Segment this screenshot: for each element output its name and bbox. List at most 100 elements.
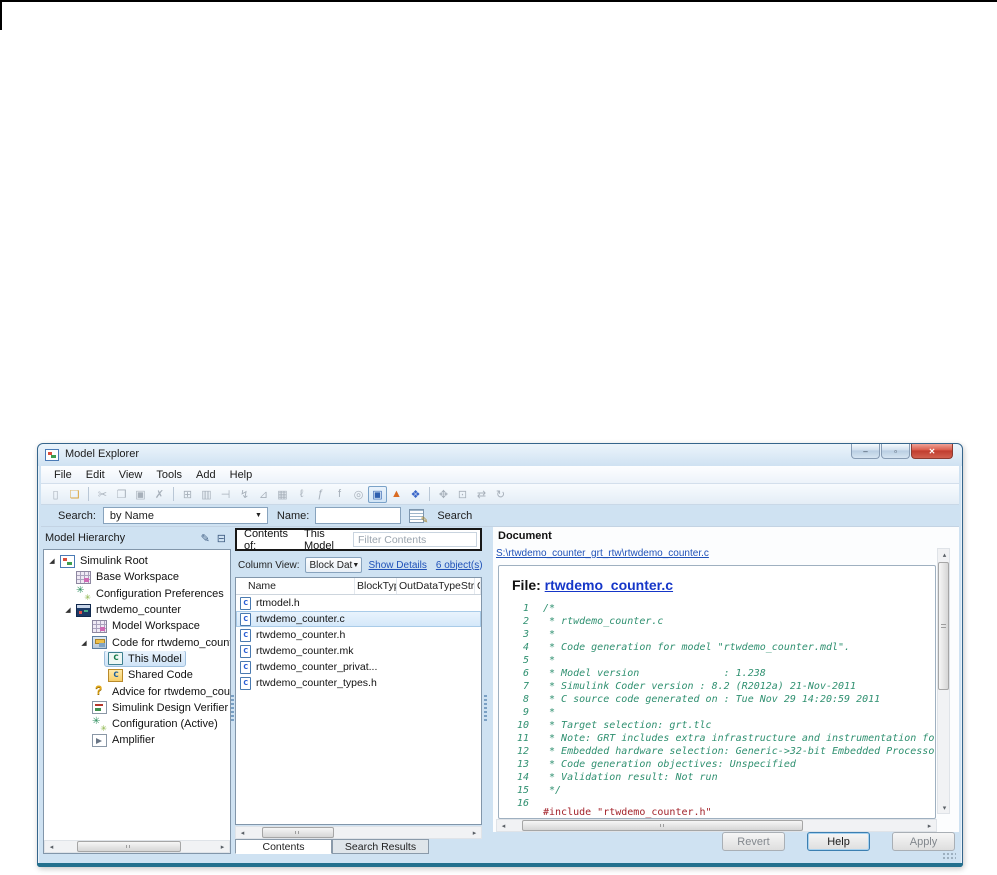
search-by-combobox[interactable]: by Name ▼ [102,507,268,524]
tree-item-advice-for-rtwdemo-count[interactable]: Advice for rtwdemo_count [44,683,230,699]
minimize-button[interactable]: – [851,444,880,459]
expander-icon[interactable]: ◢ [63,606,73,614]
refresh-icon[interactable]: ↻ [491,486,510,503]
tree-item-this-model[interactable]: This Model [44,650,230,668]
tree-item-base-workspace[interactable]: Base Workspace [44,569,230,585]
compare-icon[interactable]: ⇄ [472,486,491,503]
tree-item-model-workspace[interactable]: Model Workspace [44,618,230,634]
tree-item-configuration-active[interactable]: Configuration (Active) [44,716,230,732]
edit-hierarchy-icon[interactable]: ✎ [201,532,210,545]
close-button[interactable]: ✕ [911,444,953,459]
table-row[interactable]: rtwdemo_counter_types.h [236,675,481,691]
c-file-icon [240,644,251,658]
tree-item-label: Amplifier [112,734,155,747]
column-header-blocktype[interactable]: BlockType [355,578,397,594]
contents-hscrollbar[interactable]: ◂ ▸ [235,826,482,839]
target-icon[interactable]: ◎ [349,486,368,503]
scroll-right-icon[interactable]: ▸ [468,827,481,838]
copy-icon[interactable]: ❐ [112,486,131,503]
show-details-link[interactable]: Show Details [369,560,427,571]
goto-parent-icon[interactable]: ⊣ [216,486,235,503]
scroll-thumb[interactable] [522,820,804,831]
column-header-name[interactable]: Name [236,578,355,594]
scroll-up-icon[interactable]: ▴ [938,549,951,560]
menu-view[interactable]: View [112,468,150,482]
expander-icon[interactable]: ◢ [47,557,57,565]
table-row[interactable]: rtwdemo_counter.c [236,611,481,627]
expander-icon[interactable]: ◢ [79,639,89,647]
search-label: Search: [58,509,96,522]
scroll-left-icon[interactable]: ◂ [236,827,249,838]
filter-contents-input[interactable] [353,532,477,547]
column-header-ou[interactable]: Ou [475,578,481,594]
new-model-icon[interactable]: ▯ [46,486,65,503]
tree-item-code-for-rtwdemo-counte[interactable]: ◢ Code for rtwdemo_counte [44,634,230,650]
search-options-icon[interactable] [409,508,428,526]
scroll-right-icon[interactable]: ▸ [216,841,229,852]
tree-item-simulink-design-verifier-re[interactable]: Simulink Design Verifier re [44,700,230,716]
library-link-icon[interactable]: ▥ [197,486,216,503]
document-label: Document [498,530,552,542]
paste-icon[interactable]: ▣ [131,486,150,503]
document-path-link[interactable]: S:\rtwdemo_counter_grt_rtw\rtwdemo_count… [496,548,709,559]
signal-log-icon[interactable]: ↯ [235,486,254,503]
document-hscrollbar[interactable]: ◂ ▸ [496,819,937,832]
function-icon[interactable]: ƒ [311,486,330,503]
search-button[interactable]: Search [437,510,472,522]
panel-splitter-right[interactable] [484,695,487,721]
scroll-thumb[interactable] [262,827,335,838]
tree-item-configuration-preferences[interactable]: Configuration Preferences [44,586,230,602]
scroll-thumb[interactable] [76,841,182,852]
matlab-icon[interactable]: ▲ [387,486,406,503]
menu-help[interactable]: Help [223,468,260,482]
test-point-icon[interactable]: ⊿ [254,486,273,503]
titlebar[interactable]: Model Explorer – ▫ ✕ [38,444,962,466]
table-row[interactable]: rtmodel.h [236,595,481,611]
menu-edit[interactable]: Edit [79,468,112,482]
menu-file[interactable]: File [47,468,79,482]
frame-icon[interactable]: ⊡ [453,486,472,503]
table-row[interactable]: rtwdemo_counter_privat... [236,659,481,675]
menu-add[interactable]: Add [189,468,223,482]
object-count-link[interactable]: 6 object(s) [436,560,482,571]
column-view-combobox[interactable]: Block Dat ▼ [304,557,362,573]
tree-item-rtwdemo-counter[interactable]: ◢ rtwdemo_counter [44,602,230,618]
gears-icon [92,716,107,732]
collapse-tree-icon[interactable]: ⊟ [217,532,226,545]
scroll-left-icon[interactable]: ◂ [497,820,510,831]
scroll-down-icon[interactable]: ▾ [938,802,951,813]
dialog-view-icon[interactable]: ▣ [368,485,387,503]
simulink-icon[interactable]: ❖ [406,486,425,503]
tree-item-amplifier[interactable]: Amplifier [44,732,230,748]
name-label: Name: [276,509,310,522]
file-name-link[interactable]: rtwdemo_counter.c [545,577,673,593]
cut-icon[interactable]: ✂ [93,486,112,503]
apply-button[interactable]: Apply [892,832,955,851]
function-call-icon[interactable]: f [330,486,349,503]
search-name-input[interactable] [315,507,402,524]
table-row[interactable]: rtwdemo_counter.mk [236,643,481,659]
add-object-icon[interactable]: ⊞ [178,486,197,503]
data-table-icon[interactable]: ▦ [273,486,292,503]
delete-icon[interactable]: ✗ [150,486,169,503]
table-row[interactable]: rtwdemo_counter.h [236,627,481,643]
tree-rows: ◢ Simulink Root Base Workspace Configuratio… [44,553,230,749]
menu-tools[interactable]: Tools [149,468,189,482]
tree-item-simulink-root[interactable]: ◢ Simulink Root [44,553,230,569]
open-model-icon[interactable]: ❏ [65,486,84,503]
revert-button[interactable]: Revert [722,832,785,851]
panel-splitter-left[interactable] [231,695,234,721]
tree-item-shared-code[interactable]: Shared Code [44,667,230,683]
maximize-button[interactable]: ▫ [881,444,910,459]
script-icon[interactable]: ℓ [292,486,311,503]
document-vscrollbar[interactable]: ▴ ▾ [937,548,950,814]
column-header-outdatatypestr[interactable]: OutDataTypeStr [397,578,475,594]
scroll-thumb[interactable] [938,562,949,691]
help-button[interactable]: Help [807,832,870,851]
resize-grip[interactable] [942,852,956,861]
line-number: 10 [516,720,529,731]
scroll-left-icon[interactable]: ◂ [45,841,58,852]
file-name: rtwdemo_counter.h [256,629,346,641]
scroll-right-icon[interactable]: ▸ [923,820,936,831]
pin-icon[interactable]: ✥ [434,486,453,503]
